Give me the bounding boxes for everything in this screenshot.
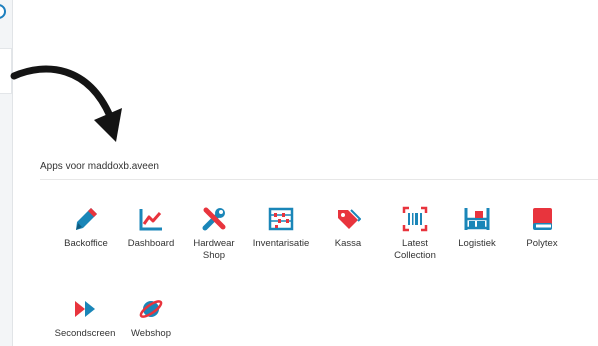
- app-label: Latest Collection: [394, 238, 436, 261]
- app-tile-latest-collection[interactable]: Latest Collection: [380, 206, 450, 262]
- barcode-scan-icon: [402, 206, 428, 232]
- fast-forward-icon: [75, 301, 95, 317]
- tools-icon: [202, 207, 226, 231]
- price-tag-icon: [338, 209, 361, 229]
- app-tile-inventarisatie[interactable]: Inventarisatie: [246, 206, 316, 250]
- app-tile-polytex[interactable]: Polytex: [507, 206, 577, 250]
- pencil-icon: [76, 208, 97, 230]
- app-label: Kassa: [334, 238, 362, 249]
- app-label: Logistiek: [458, 238, 496, 249]
- app-tile-kassa[interactable]: Kassa: [313, 206, 383, 250]
- app-label: Hardwear Shop: [193, 238, 235, 261]
- app-tile-hardwear-shop[interactable]: Hardwear Shop: [179, 206, 249, 262]
- app-label: Inventarisatie: [252, 238, 310, 249]
- app-label: Polytex: [526, 238, 558, 249]
- app-label: Dashboard: [127, 238, 175, 249]
- book-icon: [533, 208, 552, 230]
- app-tile-webshop[interactable]: Webshop: [116, 296, 186, 340]
- app-label: Secondscreen: [54, 328, 116, 339]
- app-tile-backoffice[interactable]: Backoffice: [51, 206, 121, 250]
- line-chart-icon: [139, 209, 162, 231]
- app-tile-secondscreen[interactable]: Secondscreen: [50, 296, 120, 340]
- warehouse-rack-icon: [464, 208, 490, 230]
- app-label: Webshop: [131, 328, 171, 339]
- app-tile-logistiek[interactable]: Logistiek: [442, 206, 512, 250]
- apps-grid: Backoffice Dashboard Hardwear Shop Inven…: [0, 0, 598, 346]
- app-label: Backoffice: [64, 238, 108, 249]
- planet-icon: [139, 300, 163, 318]
- abacus-icon: [268, 207, 294, 231]
- app-tile-dashboard[interactable]: Dashboard: [116, 206, 186, 250]
